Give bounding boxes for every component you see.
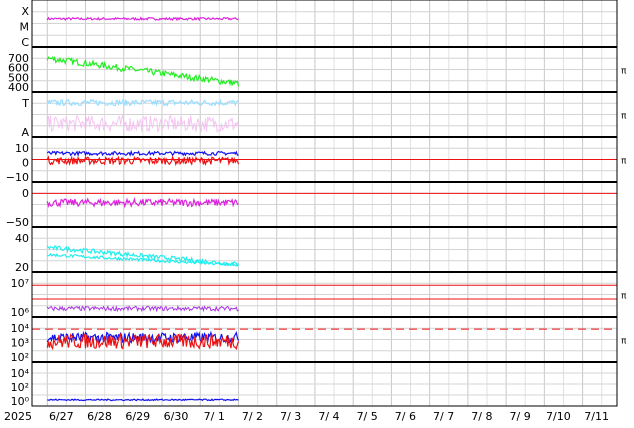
y-tick-label: 10 (15, 142, 29, 155)
x-tick-label: 6/28 (87, 410, 112, 423)
x-tick-label: 6/30 (164, 410, 189, 423)
panel-marker: π (621, 112, 627, 122)
panel-marker: π (621, 292, 627, 302)
y-tick-label: C (21, 36, 29, 49)
x-tick-label: 7/ 4 (318, 410, 339, 423)
x-tick-label: 7/ 7 (433, 410, 454, 423)
y-tick-label: 400 (8, 81, 29, 94)
y-tick-label: 10⁴ (11, 322, 30, 335)
y-tick-label: 10⁰ (11, 395, 30, 408)
x-tick-label: 7/ 8 (471, 410, 492, 423)
x-tick-label: 7/ 2 (242, 410, 263, 423)
x-tick-label: 6/27 (49, 410, 74, 423)
y-tick-label: 10⁴ (11, 367, 30, 380)
y-tick-label: 10⁶ (11, 306, 30, 319)
y-tick-label: −50 (6, 216, 29, 229)
x-tick-label: 7/ 5 (357, 410, 378, 423)
y-tick-label: M (20, 21, 30, 34)
y-tick-label: A (21, 126, 29, 139)
x-tick-label: 6/29 (125, 410, 150, 423)
y-tick-label: 10⁷ (11, 277, 29, 290)
x-tick-label: 7/11 (584, 410, 609, 423)
y-tick-label: 20 (15, 261, 29, 274)
y-tick-label: T (21, 97, 29, 110)
y-tick-label: −10 (6, 171, 29, 184)
panel-marker: π (621, 157, 627, 167)
x-tick-label: 7/ 1 (204, 410, 225, 423)
panel-marker: π (621, 67, 627, 77)
x-tick-label: 7/10 (546, 410, 571, 423)
y-tick-label: 10³ (11, 337, 29, 350)
y-tick-label: 0 (22, 157, 29, 170)
y-tick-label: X (21, 5, 29, 18)
solar-wind-stack-plot: X M C 700 600 500 400 π T Aπ 10 0 −10 π 0 −50 40 20 10⁷ 10⁶… (0, 0, 634, 424)
y-tick-label: 0 (22, 187, 29, 200)
panel-marker: π (621, 337, 627, 347)
x-tick-label: 7/ 9 (510, 410, 531, 423)
x-tick-label: 7/ 3 (280, 410, 301, 423)
stack-plot-svg: XMC700600500400πTAπ100−10π0−50402010⁷10⁶… (4, 0, 627, 423)
x-start-label: 2025 (4, 410, 32, 423)
y-tick-label: 10² (11, 351, 29, 364)
x-tick-label: 7/ 6 (395, 410, 416, 423)
y-tick-label: 10² (11, 381, 29, 394)
y-tick-label: 40 (15, 232, 29, 245)
